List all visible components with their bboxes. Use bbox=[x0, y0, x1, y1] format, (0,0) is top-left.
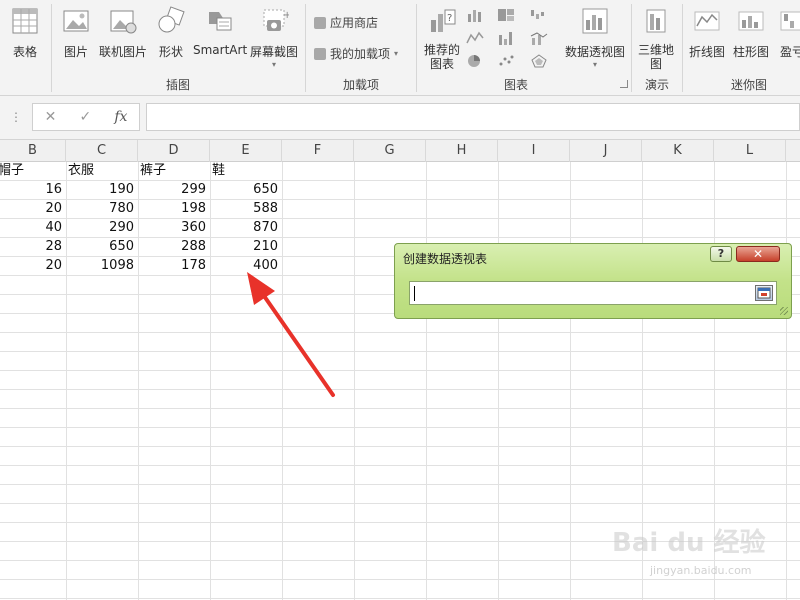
help-button[interactable]: ? bbox=[710, 246, 732, 262]
text-caret bbox=[414, 286, 415, 301]
watermark-logo: Bai du 经验 bbox=[612, 528, 766, 558]
arrow-shaft bbox=[260, 291, 335, 397]
range-picker-icon bbox=[757, 287, 771, 299]
arrow-head bbox=[247, 272, 275, 305]
resize-grip-icon[interactable] bbox=[780, 307, 788, 315]
close-button[interactable]: ✕ bbox=[736, 246, 780, 262]
watermark-url: jingyan.baidu.com bbox=[650, 564, 752, 577]
range-input[interactable] bbox=[409, 281, 777, 305]
expand-dialog-icon[interactable] bbox=[755, 285, 773, 301]
dialog-title: 创建数据透视表 bbox=[403, 252, 488, 266]
create-pivot-table-dialog: 创建数据透视表 ? ✕ bbox=[394, 243, 792, 319]
